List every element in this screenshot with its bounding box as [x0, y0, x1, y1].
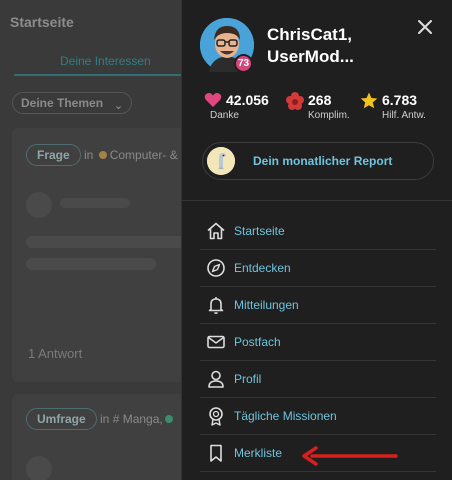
username-line-2: UserMod...	[267, 47, 354, 66]
topic-dot-icon	[164, 415, 173, 423]
monthly-report-label: Dein monatlicher Report	[253, 154, 393, 168]
divider	[182, 200, 452, 201]
menu-item-profil[interactable]: Profil	[200, 361, 436, 398]
profile-stats: 42.056 Danke 268 Komplim. 6.783 Hilf. An…	[204, 92, 444, 128]
stat-label: Komplim.	[308, 110, 350, 121]
home-icon	[207, 222, 225, 240]
bookmark-icon	[210, 444, 222, 462]
poll-topic: in # Manga,	[100, 412, 176, 426]
stat-value: 268	[308, 92, 332, 108]
menu-item-label: Entdecken	[234, 261, 291, 275]
topic-label: Computer- &	[109, 148, 178, 162]
question-topic: in Computer- &	[84, 148, 178, 162]
stat-label: Danke	[210, 110, 239, 121]
blurred-text	[26, 258, 156, 270]
menu-item-label: Startseite	[234, 224, 285, 238]
stat-label: Hilf. Antw.	[382, 110, 426, 121]
answer-count[interactable]: 1 Antwort	[28, 346, 82, 361]
level-badge: 73	[234, 54, 253, 73]
menu-item-taegliche-missionen[interactable]: Tägliche Missionen	[200, 398, 436, 435]
drawer-menu: Startseite Entdecken Mitteilungen Postfa…	[200, 213, 436, 472]
topic-dot-icon	[98, 151, 107, 159]
menu-item-postfach[interactable]: Postfach	[200, 324, 436, 361]
heart-icon	[204, 93, 222, 107]
close-icon[interactable]	[414, 16, 436, 38]
menu-item-label: Mitteilungen	[234, 298, 299, 312]
menu-item-label: Profil	[234, 372, 262, 386]
username-line-1: ChrisCat1,	[267, 25, 353, 44]
in-prefix: in	[100, 412, 110, 426]
avatar	[26, 456, 52, 480]
menu-item-label: Tägliche Missionen	[234, 409, 337, 423]
person-icon	[208, 370, 224, 388]
menu-item-startseite[interactable]: Startseite	[200, 213, 436, 250]
stat-value: 6.783	[382, 92, 418, 108]
poll-chip: Umfrage	[26, 408, 97, 430]
question-chip: Frage	[26, 144, 81, 166]
mail-icon	[207, 335, 225, 349]
in-prefix: in	[84, 148, 94, 162]
bell-icon	[208, 297, 224, 314]
monthly-report-button[interactable]: Dein monatlicher Report	[202, 142, 434, 180]
blurred-text	[26, 236, 196, 248]
avatar	[26, 192, 52, 218]
menu-item-mitteilungen[interactable]: Mitteilungen	[200, 287, 436, 324]
report-mascot-icon	[207, 147, 235, 175]
menu-item-entdecken[interactable]: Entdecken	[200, 250, 436, 287]
medal-icon	[209, 407, 223, 426]
page-title: Startseite	[10, 14, 74, 30]
star-icon	[360, 92, 378, 109]
compass-icon	[207, 259, 225, 277]
menu-item-label: Merkliste	[234, 446, 283, 460]
tab-interests[interactable]: Deine Interessen	[60, 54, 151, 68]
blurred-author	[60, 198, 130, 208]
topic-label: # Manga,	[112, 412, 163, 426]
topics-filter-label: Deine Themen	[21, 96, 104, 110]
menu-item-label: Postfach	[234, 335, 281, 349]
topics-filter-dropdown[interactable]: Deine Themen ⌄	[12, 92, 133, 114]
stat-value: 42.056	[226, 92, 269, 108]
flower-icon	[286, 92, 304, 110]
username[interactable]: ChrisCat1, UserMod...	[267, 24, 387, 68]
annotation-arrow-icon	[302, 446, 398, 466]
chevron-down-icon: ⌄	[113, 100, 124, 112]
side-drawer: 73 ChrisCat1, UserMod... 42.056 Danke 26…	[181, 0, 452, 480]
